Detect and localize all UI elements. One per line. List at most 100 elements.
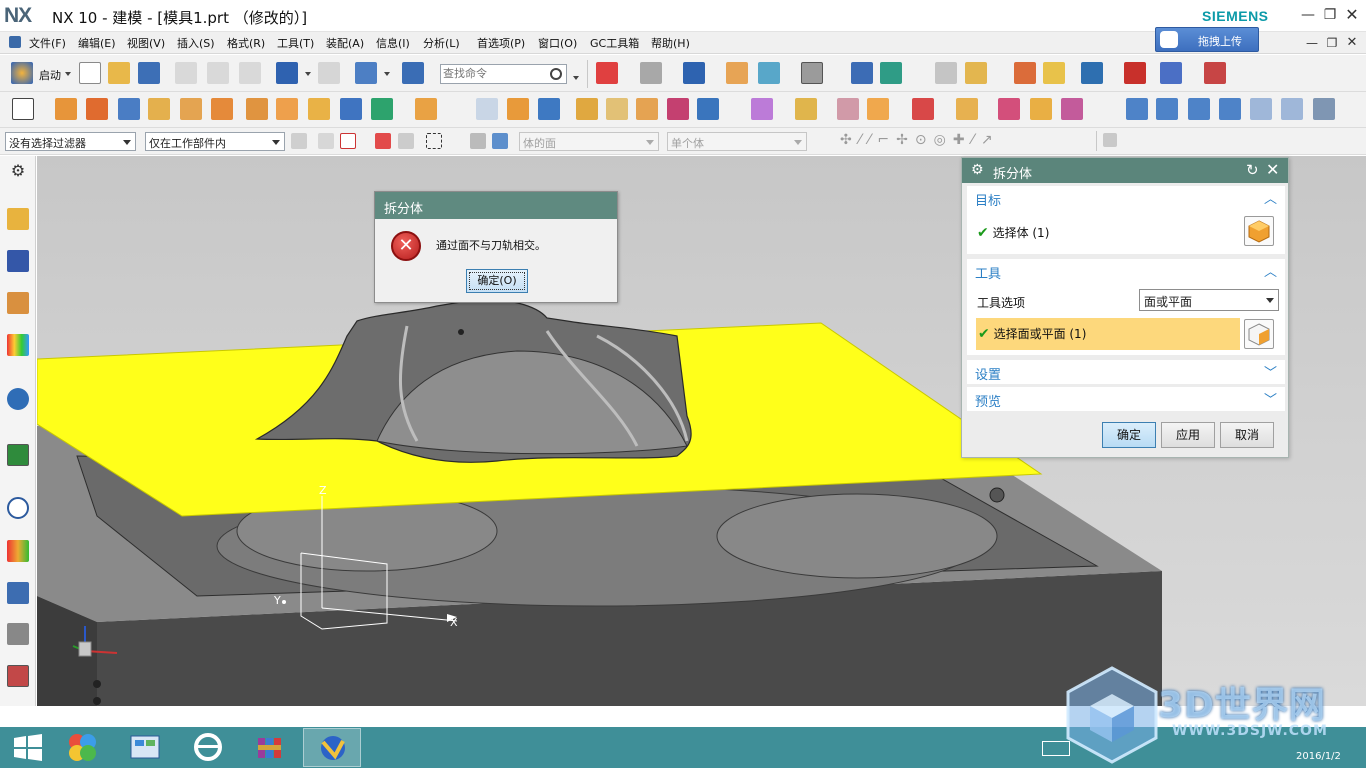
point-snap-icon[interactable]	[340, 133, 356, 149]
ruler-icon[interactable]	[1204, 62, 1226, 84]
start-button[interactable]	[0, 728, 58, 767]
menu-assemblies[interactable]: 装配(A)	[326, 35, 364, 51]
menu-file[interactable]: 文件(F)	[29, 35, 66, 51]
revolve-icon[interactable]	[86, 98, 108, 120]
constraint-navigator-icon[interactable]	[7, 250, 29, 272]
body-rule-select[interactable]: 单个体	[667, 132, 807, 151]
boss-icon[interactable]	[276, 98, 298, 120]
new-file-icon[interactable]	[79, 62, 101, 84]
offset-face-icon[interactable]	[476, 98, 498, 120]
patch-body-icon[interactable]	[1061, 98, 1083, 120]
menu-analysis[interactable]: 分析(L)	[423, 35, 460, 51]
draft-icon[interactable]	[576, 98, 598, 120]
fit-view-icon[interactable]	[596, 62, 618, 84]
extrude-icon[interactable]	[55, 98, 77, 120]
save-icon[interactable]	[138, 62, 160, 84]
undo-dropdown-caret[interactable]	[305, 72, 311, 76]
pattern-feature-icon[interactable]	[308, 98, 330, 120]
layer-visibility-icon[interactable]	[758, 62, 780, 84]
taskbar-app-winrar[interactable]	[241, 728, 299, 767]
list-icon[interactable]	[935, 62, 957, 84]
move-face-icon[interactable]	[912, 98, 934, 120]
drag-upload-button[interactable]: 拖拽上传	[1155, 27, 1259, 52]
roles-icon[interactable]	[7, 623, 29, 645]
render-style-icon[interactable]	[640, 62, 662, 84]
select-body-row[interactable]: ✔ 选择体 (1)	[977, 224, 1049, 241]
doc-close-button[interactable]: ✕	[1340, 32, 1364, 54]
move-object-icon[interactable]	[851, 62, 873, 84]
split-body-icon[interactable]	[636, 98, 658, 120]
snap-icon[interactable]	[318, 133, 334, 149]
menu-gc-toolkits[interactable]: GC工具箱	[590, 35, 639, 51]
taskbar-app-internet-explorer[interactable]	[179, 728, 237, 767]
replace-face-icon[interactable]	[837, 98, 859, 120]
extract-geometry-icon[interactable]	[795, 98, 817, 120]
view-icon[interactable]	[355, 62, 377, 84]
selection-scope-select[interactable]: 仅在工作部件内	[145, 132, 285, 151]
app-menu-icon[interactable]	[9, 36, 21, 48]
through-curves-icon[interactable]	[1126, 98, 1148, 120]
shell-icon[interactable]	[415, 98, 437, 120]
chevron-up-icon[interactable]: ︿	[1264, 188, 1277, 207]
select-face-icon[interactable]	[492, 133, 508, 149]
toolbar-options-caret[interactable]	[573, 76, 579, 80]
error-ok-button[interactable]: 确定(O)	[466, 269, 528, 293]
reuse-library-icon[interactable]	[7, 334, 29, 356]
taskbar-app-colorful[interactable]	[55, 728, 113, 767]
quick-pick-icon[interactable]	[398, 133, 414, 149]
chamfer-icon[interactable]	[507, 98, 529, 120]
system-scene-icon[interactable]	[7, 665, 29, 687]
ok-button[interactable]: 确定	[1102, 422, 1156, 448]
face-rule-select[interactable]: 体的面	[519, 132, 659, 151]
layer-icon[interactable]	[726, 62, 748, 84]
tool-group-header[interactable]: 工具 ︿	[967, 259, 1285, 283]
menu-help[interactable]: 帮助(H)	[651, 35, 690, 51]
mirror-feature-icon[interactable]	[751, 98, 773, 120]
orient-view-icon[interactable]	[683, 62, 705, 84]
menu-window[interactable]: 窗口(O)	[538, 35, 577, 51]
gear-icon[interactable]: ⚙	[971, 162, 984, 178]
chevron-down-icon[interactable]: ﹀	[1264, 389, 1277, 408]
restore-button[interactable]: ❐	[1318, 4, 1342, 26]
part-navigator-icon[interactable]	[7, 292, 29, 314]
cone-icon[interactable]	[180, 98, 202, 120]
type-filter-select[interactable]: 没有选择过滤器	[5, 132, 136, 151]
cancel-button[interactable]: 取消	[1220, 422, 1274, 448]
thicken-icon[interactable]	[667, 98, 689, 120]
system-materials-icon[interactable]	[7, 540, 29, 562]
offset-region-icon[interactable]	[956, 98, 978, 120]
subtract-icon[interactable]	[371, 98, 393, 120]
unite-icon[interactable]	[340, 98, 362, 120]
rectangle-select-icon[interactable]	[426, 133, 442, 149]
snap-options-icon[interactable]	[1103, 133, 1117, 147]
settings-group-header[interactable]: 设置 ﹀	[967, 360, 1285, 384]
sew-icon[interactable]	[697, 98, 719, 120]
history-clock-icon[interactable]	[7, 497, 29, 519]
pull-face-icon[interactable]	[1030, 98, 1052, 120]
assembly-navigator-icon[interactable]	[7, 208, 29, 230]
select-face-button[interactable]	[1244, 319, 1274, 349]
web-browser-icon[interactable]	[7, 444, 29, 466]
menu-format[interactable]: 格式(R)	[227, 35, 265, 51]
start-dropdown-caret[interactable]	[65, 72, 71, 76]
trimmed-sheet-icon[interactable]	[1313, 98, 1335, 120]
menu-preferences[interactable]: 首选项(P)	[477, 35, 525, 51]
trim-body-icon[interactable]	[606, 98, 628, 120]
minimize-button[interactable]: —	[1296, 4, 1320, 26]
measure-distance-icon[interactable]	[965, 62, 987, 84]
taskbar-app-nx[interactable]	[303, 728, 361, 767]
n-sided-surface-icon[interactable]	[1188, 98, 1210, 120]
hole-icon[interactable]	[246, 98, 268, 120]
start-icon[interactable]	[11, 62, 33, 84]
background-color-icon[interactable]	[801, 62, 823, 84]
paste-icon[interactable]	[239, 62, 261, 84]
measure-angle-icon[interactable]	[1014, 62, 1036, 84]
apply-button[interactable]: 应用	[1161, 422, 1215, 448]
chevron-up-icon[interactable]: ︿	[1264, 261, 1277, 280]
select-body-button[interactable]	[1244, 216, 1274, 246]
close-icon[interactable]: ✕	[1266, 160, 1279, 179]
swept-icon[interactable]	[1219, 98, 1241, 120]
taskbar-app-control-panel[interactable]	[117, 728, 175, 767]
gear-icon[interactable]: ⚙	[7, 160, 29, 182]
chevron-down-icon[interactable]: ﹀	[1264, 362, 1277, 381]
